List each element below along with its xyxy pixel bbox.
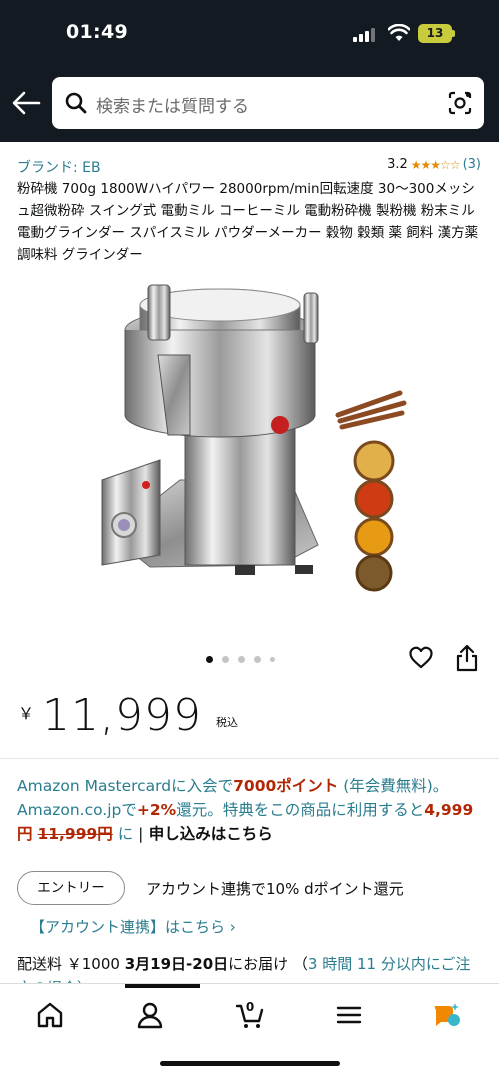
status-time: 01:49 <box>66 21 128 43</box>
brand-link[interactable]: ブランド: EB <box>17 157 101 177</box>
product-title: 粉砕機 700g 1800Wハイパワー 28000rpm/min回転速度 30～… <box>17 181 479 263</box>
status-bar: 01:49 13 <box>0 0 499 66</box>
delivery-fee: 配送料 ￥1000 <box>17 955 125 973</box>
share-icon[interactable] <box>455 644 479 672</box>
carousel-dot[interactable] <box>222 656 229 663</box>
promo-percent: +2% <box>136 801 177 819</box>
promo-apply-link[interactable]: 申し込みはこちら <box>143 825 273 843</box>
carousel-dot[interactable] <box>206 656 213 663</box>
product-image[interactable] <box>90 265 410 615</box>
currency-symbol: ￥ <box>18 704 35 723</box>
promo-points: 7000ポイント <box>233 777 339 795</box>
price-display: ￥ 11,999 税込 <box>18 690 238 742</box>
cellular-signal-icon <box>353 28 375 42</box>
delivery-text: にお届け （ <box>228 955 308 973</box>
price-amount: 11,999 <box>42 690 202 741</box>
cart-count: 0 <box>245 1000 255 1014</box>
promo-original-price: 11,999円 <box>37 825 113 843</box>
dpoint-promo-text: アカウント連携で10% dポイント還元 <box>146 880 404 898</box>
search-input[interactable]: 検索または質問する <box>52 77 484 129</box>
rating-summary[interactable]: 3.2 ★★★☆☆ (3) <box>387 157 481 172</box>
rating-value: 3.2 <box>387 157 408 172</box>
menu-icon[interactable] <box>334 1000 364 1030</box>
divider <box>0 758 499 759</box>
battery-icon: 13 <box>418 24 455 43</box>
search-header: 検索または質問する <box>0 66 499 142</box>
search-placeholder: 検索または質問する <box>96 97 249 117</box>
home-icon[interactable] <box>35 1000 65 1030</box>
account-icon[interactable] <box>135 1000 165 1030</box>
carousel-dot[interactable] <box>254 656 261 663</box>
wifi-icon <box>388 24 410 41</box>
promo-text: 還元。特典をこの商品に利用すると <box>176 801 425 819</box>
delivery-dates: 3月19日-20日 <box>124 955 229 973</box>
camera-search-icon[interactable] <box>446 90 474 116</box>
active-tab-indicator <box>125 984 200 988</box>
star-rating-icon: ★★★☆☆ <box>410 157 461 172</box>
review-count[interactable]: (3) <box>463 157 481 172</box>
promo-text: に <box>112 825 139 843</box>
image-carousel-dots[interactable] <box>206 656 275 663</box>
home-indicator <box>160 1061 340 1066</box>
carousel-dot[interactable] <box>238 656 245 663</box>
search-icon <box>65 92 87 114</box>
carousel-dot[interactable] <box>270 657 275 662</box>
rufus-assistant-icon[interactable] <box>432 1000 462 1030</box>
tax-label: 税込 <box>215 716 238 729</box>
mastercard-promo[interactable]: Amazon Mastercardに入会で7000ポイント (年会費無料)。 A… <box>17 774 483 846</box>
back-arrow-icon[interactable] <box>10 88 42 118</box>
promo-text: Amazon Mastercardに入会で <box>17 777 234 795</box>
entry-button[interactable]: エントリー <box>17 871 125 905</box>
account-link[interactable]: 【アカウント連携】はこちら › <box>30 916 236 937</box>
cart-button[interactable]: 0 <box>235 1000 265 1030</box>
heart-icon[interactable] <box>408 645 434 671</box>
